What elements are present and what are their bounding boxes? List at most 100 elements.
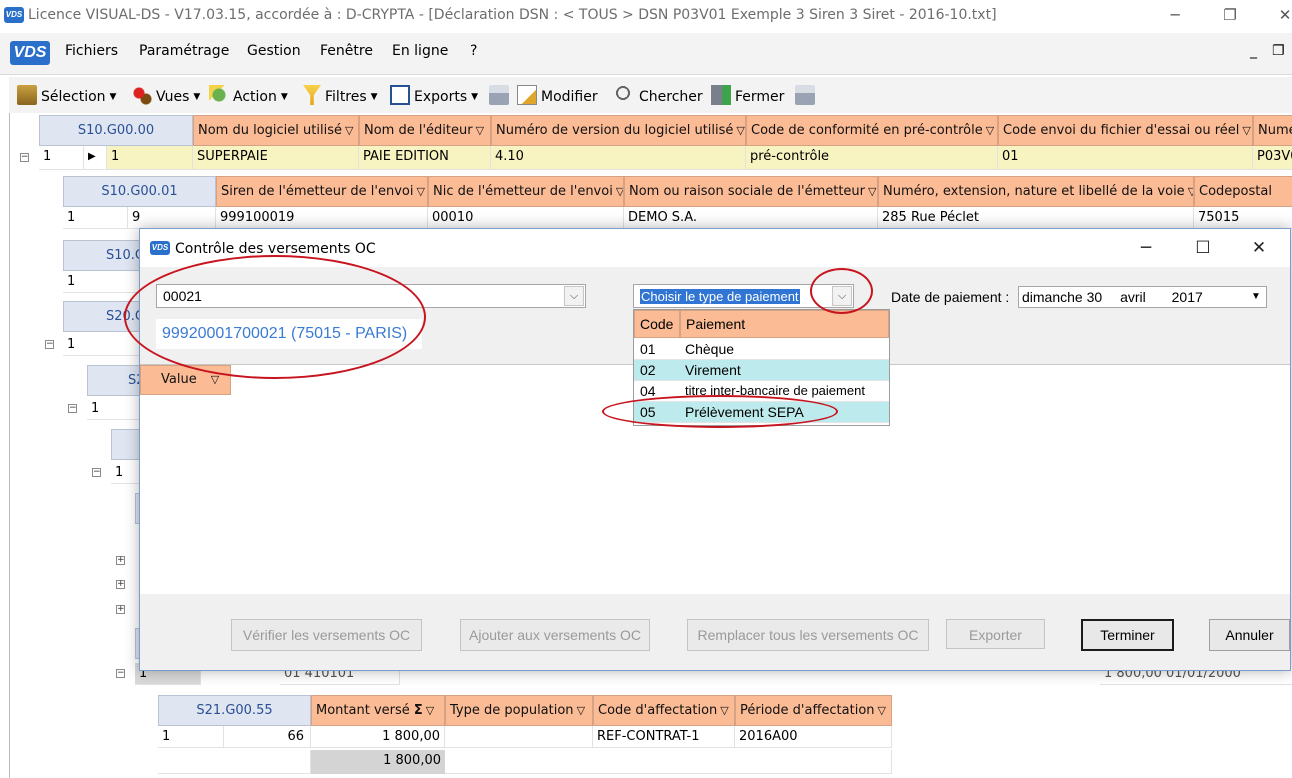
collapse-toggle[interactable]: − — [20, 153, 29, 162]
cell-raison-sociale[interactable]: DEMO S.A. — [624, 207, 878, 229]
row-number: 1 — [63, 207, 128, 229]
payment-option-sepa[interactable]: 05 Prélèvement SEPA — [634, 402, 889, 423]
menu-parametrage[interactable]: Paramétrage — [139, 43, 229, 59]
fermer-label: Fermer — [735, 89, 785, 105]
exports-menu[interactable]: Exports ▼ — [390, 85, 478, 105]
fermer-button[interactable]: Fermer — [711, 85, 784, 105]
col-header-siren[interactable]: Siren de l'émetteur de l'envoi ▽ — [216, 176, 428, 207]
payment-option-virement[interactable]: 02 Virement — [634, 360, 889, 381]
collapse-toggle[interactable]: − — [116, 669, 125, 678]
payment-option-tip[interactable]: 04 titre inter-bancaire de paiement — [634, 381, 889, 402]
col-header-raison-sociale[interactable]: Nom ou raison sociale de l'émetteur ▽ — [624, 176, 878, 207]
collapse-toggle[interactable]: − — [68, 404, 77, 413]
cell-editeur[interactable]: PAIE EDITION — [359, 146, 491, 170]
col-header-code-affectation[interactable]: Code d'affectation ▽ — [593, 695, 735, 726]
value-column-header[interactable]: Value ▽ — [140, 365, 231, 395]
menu-gestion[interactable]: Gestion — [247, 43, 301, 59]
chevron-down-icon[interactable]: ⌵ — [564, 286, 584, 306]
dialog-close-button[interactable]: ✕ — [1246, 237, 1272, 259]
col-header-version[interactable]: Numéro de version du logiciel utilisé ▽ — [491, 115, 746, 146]
col-header-montant[interactable]: Montant versé Σ ▽ — [311, 695, 445, 726]
verifier-versements-button[interactable]: Vérifier les versements OC — [231, 619, 422, 651]
filtres-menu[interactable]: Filtres ▼ — [303, 85, 378, 105]
cell-nic[interactable]: 00010 — [428, 207, 624, 229]
col-header-type-population[interactable]: Type de population ▽ — [445, 695, 593, 726]
mdi-restore-button[interactable]: ❐ — [1272, 43, 1285, 59]
s10g-partial-header[interactable]: S10.G — [63, 240, 145, 271]
restore-button[interactable]: ❐ — [1210, 3, 1250, 27]
expand-toggle[interactable]: + — [116, 605, 125, 614]
action-menu[interactable]: Action ▼ — [209, 85, 288, 105]
date-month: avril — [1120, 289, 1146, 305]
cell-type-population[interactable] — [445, 726, 593, 748]
cell-numero[interactable]: P03V0 — [1253, 146, 1292, 170]
cell-voie[interactable]: 285 Rue Péclet — [878, 207, 1194, 229]
payment-option-cheque[interactable]: 01 Chèque — [634, 339, 889, 360]
terminer-button[interactable]: Terminer — [1081, 619, 1174, 651]
dialog-minimize-button[interactable]: ─ — [1133, 237, 1159, 259]
option-label: Chèque — [685, 341, 735, 357]
vues-label: Vues — [156, 89, 190, 105]
edit-icon — [517, 85, 537, 105]
s20g-partial-header[interactable]: S20.G — [63, 301, 145, 332]
col-header-logiciel[interactable]: Nom du logiciel utilisé ▽ — [193, 115, 359, 146]
col-header-codepostal[interactable]: Codepostal — [1194, 176, 1292, 207]
cell-codepostal[interactable]: 75015 — [1194, 207, 1292, 229]
collapse-toggle[interactable]: − — [45, 340, 54, 349]
print-button-2[interactable] — [795, 85, 819, 105]
s10g0001-key-header[interactable]: S10.G00.01 — [63, 176, 216, 207]
cell-periode-affectation[interactable]: 2016A00 — [735, 726, 892, 748]
expand-toggle[interactable]: + — [116, 556, 125, 565]
dialog-logo: VDS — [150, 241, 170, 255]
vues-menu[interactable]: Vues ▼ — [132, 85, 200, 105]
s2-partial-header[interactable]: S2 — [87, 365, 145, 396]
print-button[interactable] — [489, 85, 513, 105]
mdi-minimize-button[interactable]: _ — [1250, 43, 1257, 59]
cell-index[interactable]: 9 — [128, 207, 216, 229]
collapse-toggle[interactable]: − — [92, 468, 101, 477]
col-header-periode-affectation[interactable]: Période d'affectation ▽ — [735, 695, 892, 726]
col-header-numero[interactable]: Numé — [1253, 115, 1292, 146]
menu-en-ligne[interactable]: En ligne — [392, 43, 448, 59]
col-header-envoi[interactable]: Code envoi du fichier d'essai ou réel ▽ — [998, 115, 1253, 146]
menu-help[interactable]: ? — [470, 43, 477, 59]
exporter-button[interactable]: Exporter — [946, 619, 1045, 649]
col-header-voie[interactable]: Numéro, extension, nature et libellé de … — [878, 176, 1194, 207]
selection-menu[interactable]: Sélection ▼ — [17, 85, 116, 105]
window-title: Licence VISUAL-DS - V17.03.15, accordée … — [28, 7, 997, 23]
cell-envoi[interactable]: 01 — [998, 146, 1253, 170]
menu-fichiers[interactable]: Fichiers — [65, 43, 118, 59]
ajouter-versements-button[interactable]: Ajouter aux versements OC — [460, 619, 650, 651]
expand-toggle[interactable]: + — [116, 580, 125, 589]
option-label: Virement — [685, 362, 741, 378]
date-dropdown-icon[interactable]: ▼ — [1248, 289, 1264, 305]
s10g0000-key-header[interactable]: S10.G00.00 — [39, 115, 193, 146]
payment-type-combo[interactable]: Choisir le type de paiement ⌵ — [633, 284, 854, 308]
cell-code-affectation[interactable]: REF-CONTRAT-1 — [593, 726, 735, 748]
remplacer-versements-button[interactable]: Remplacer tous les versements OC — [687, 619, 929, 651]
menu-fenetre[interactable]: Fenêtre — [320, 43, 373, 59]
cell-conformite[interactable]: pré-contrôle — [746, 146, 998, 170]
annuler-button[interactable]: Annuler — [1209, 619, 1290, 651]
minimize-button[interactable]: ─ — [1155, 3, 1195, 27]
chercher-button[interactable]: Chercher — [615, 85, 703, 105]
etablissement-combo[interactable]: 00021 ⌵ — [156, 284, 586, 308]
close-button[interactable]: ✕ — [1265, 3, 1292, 27]
date-label: Date de paiement : — [891, 289, 1010, 305]
row-number: 1 — [63, 271, 143, 293]
cell-index[interactable]: 66 — [224, 726, 311, 748]
dialog-maximize-button[interactable]: ☐ — [1190, 237, 1216, 259]
cell-index[interactable]: 1 — [107, 146, 193, 170]
cell-logiciel[interactable]: SUPERPAIE — [193, 146, 359, 170]
chevron-down-icon[interactable]: ⌵ — [832, 286, 852, 306]
col-header-nic[interactable]: Nic de l'émetteur de l'envoi ▽ — [428, 176, 624, 207]
cell-version[interactable]: 4.10 — [491, 146, 746, 170]
col-header-editeur[interactable]: Nom de l'éditeur ▽ — [359, 115, 491, 146]
col-header-conformite[interactable]: Code de conformité en pré-contrôle ▽ — [746, 115, 998, 146]
printer-icon — [489, 85, 509, 105]
s21g0055-key-header[interactable]: S21.G00.55 — [158, 695, 311, 726]
cell-siren[interactable]: 999100019 — [216, 207, 428, 229]
modifier-button[interactable]: Modifier — [517, 85, 598, 105]
cell-montant[interactable]: 1 800,00 — [311, 726, 445, 748]
date-picker[interactable]: dimanche 30 avril 2017 ▼ — [1018, 286, 1267, 308]
